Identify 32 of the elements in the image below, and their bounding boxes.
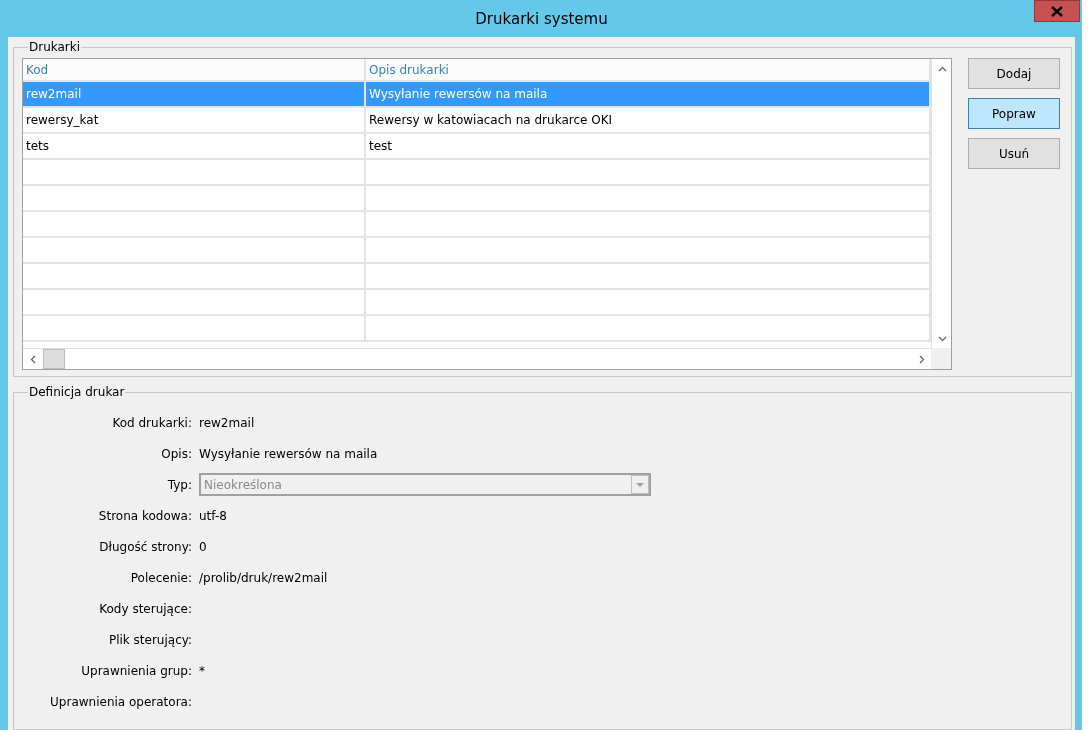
field-value: rew2mail — [199, 414, 256, 432]
field-label: Długość strony: — [98, 538, 192, 556]
action-button[interactable]: Usuń — [968, 138, 1060, 169]
table-cell[interactable]: rewersy_kat — [23, 108, 366, 132]
field-label: Uprawnienia operatora: — [49, 693, 192, 711]
field-value: 0 — [199, 538, 208, 556]
window-title: Drukarki systemu — [475, 9, 608, 28]
field-label: Opis: — [160, 445, 192, 463]
field-value: Wysyłanie rewersów na maila — [199, 445, 379, 463]
close-icon — [1051, 5, 1063, 17]
field-label: Kody sterujące: — [98, 600, 192, 618]
field-label: Polecenie: — [129, 569, 192, 587]
horizontal-scrollbar[interactable] — [23, 348, 931, 369]
field-label: Uprawnienia grup: — [80, 662, 192, 680]
action-button[interactable]: Dodaj — [968, 58, 1060, 89]
group-title: Drukarki — [28, 40, 82, 54]
table-cell[interactable]: tets — [23, 134, 366, 158]
action-button[interactable]: Popraw — [968, 98, 1060, 129]
field-value: utf-8 — [199, 507, 228, 525]
field-label: Plik sterujący: — [107, 631, 192, 649]
scrollbar-thumb[interactable] — [43, 349, 65, 369]
field-value: /prolib/druk/rew2mail — [199, 569, 329, 587]
field-label: Kod drukarki: — [111, 414, 192, 432]
field-label: Strona kodowa: — [97, 507, 192, 525]
field-label: Typ: — [166, 476, 192, 494]
scrollbar-corner — [931, 348, 951, 369]
group-title: Definicja drukar — [28, 385, 126, 399]
field-value: * — [199, 662, 206, 680]
scroll-up-icon — [937, 64, 947, 74]
scroll-left-icon — [28, 354, 38, 364]
column-header[interactable]: Kod — [23, 59, 366, 80]
close-button[interactable] — [1034, 0, 1080, 22]
